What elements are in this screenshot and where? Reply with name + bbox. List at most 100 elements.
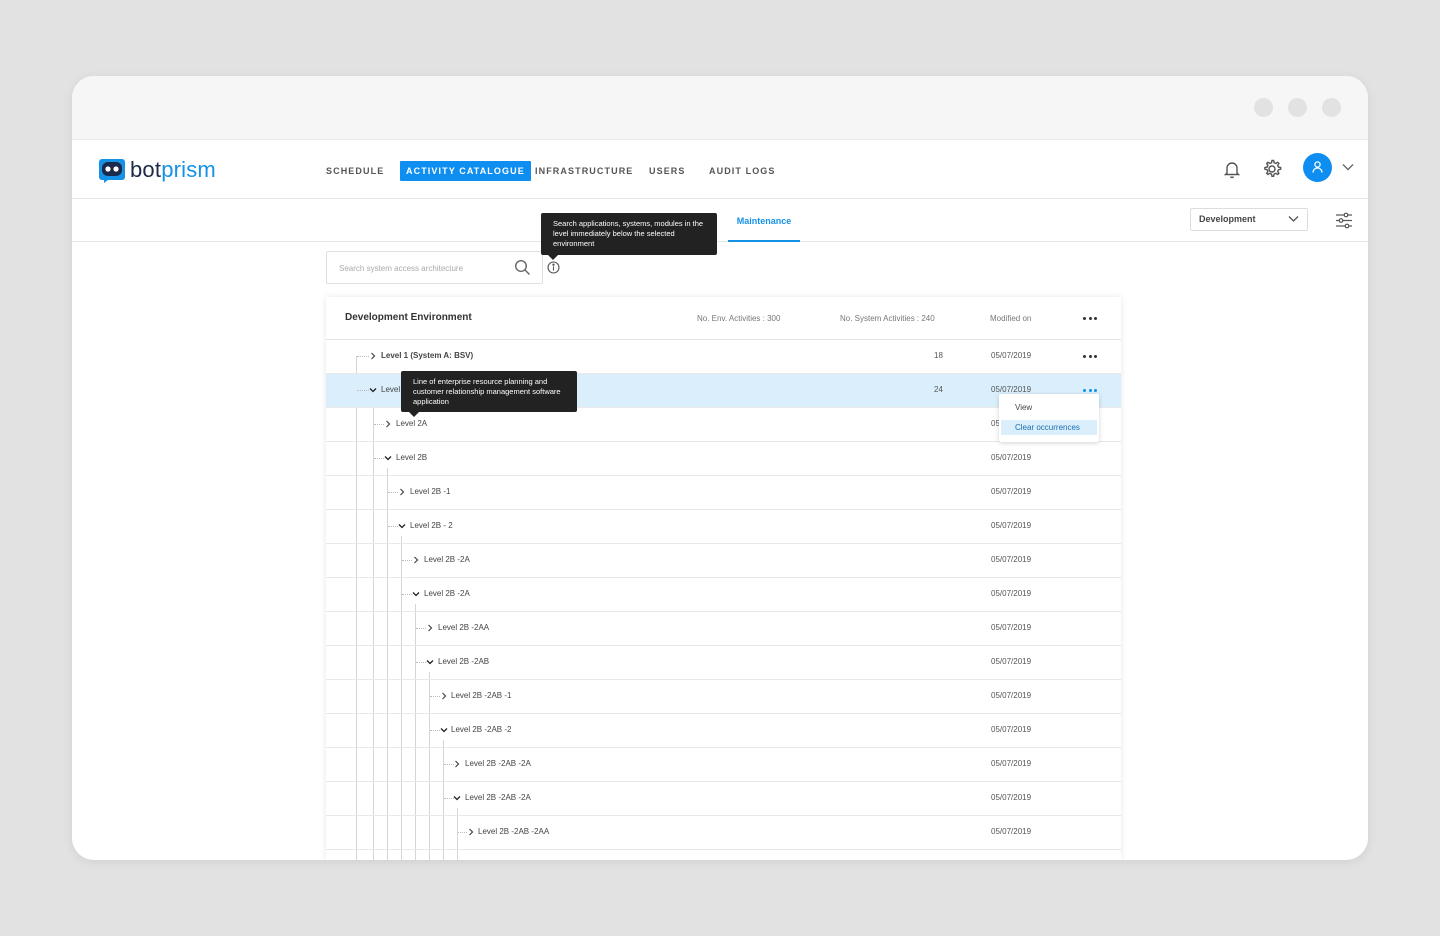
search-field[interactable] xyxy=(326,251,543,284)
tree-connector xyxy=(357,356,369,357)
row-label: Level 2B xyxy=(396,453,428,462)
row-label: Level 2B - 2 xyxy=(410,521,453,530)
environment-select[interactable]: Development xyxy=(1190,208,1308,231)
row-label: Level 2B -2AA xyxy=(438,623,490,632)
window-titlebar xyxy=(72,76,1368,140)
nav-activity-catalogue[interactable]: ACTIVITY CATALOGUE xyxy=(400,161,531,181)
user-avatar[interactable] xyxy=(1303,153,1332,182)
table-row[interactable]: Level 2B -2AB -2A 05/07/2019 xyxy=(326,748,1121,782)
row-label: Level 2B -1 xyxy=(410,487,451,496)
user-icon xyxy=(1312,161,1323,173)
row-label: Level 2B -2AB -2A xyxy=(465,759,531,768)
filter-icon[interactable] xyxy=(1335,212,1353,229)
brand-name-part2: prism xyxy=(161,157,216,182)
tree-connector xyxy=(402,560,412,561)
row-date: 05/07/2019 xyxy=(991,385,1032,394)
modified-on-header: Modified on xyxy=(990,314,1032,323)
tree-connector xyxy=(388,526,398,527)
menu-item-clear-occurrences[interactable]: Clear occurrences xyxy=(1001,420,1097,435)
window-button[interactable] xyxy=(1322,98,1341,117)
row-label: Level 1 (System A: BSV) xyxy=(381,351,474,360)
chevron-down-icon[interactable] xyxy=(398,522,406,530)
chevron-right-icon[interactable] xyxy=(384,420,392,428)
tree-connector xyxy=(402,594,412,595)
table-row[interactable]: Level 2B - 2 05/07/2019 xyxy=(326,510,1121,544)
tab-maintenance[interactable]: Maintenance xyxy=(728,216,800,242)
window-button[interactable] xyxy=(1288,98,1307,117)
menu-item-view[interactable]: View xyxy=(1001,400,1097,415)
table-row[interactable]: Level 2B -2A 05/07/2019 xyxy=(326,578,1121,612)
table-row[interactable]: Level 1 (System A: BSV) 18 05/07/2019 xyxy=(326,340,1121,374)
table-row[interactable]: Level 2B -2AB -2A 05/07/2019 xyxy=(326,782,1121,816)
row-date: 05/07/2019 xyxy=(991,827,1032,836)
nav-infrastructure[interactable]: INFRASTRUCTURE xyxy=(535,161,633,181)
row-label: Level 2B -2AB -2A xyxy=(465,793,531,802)
row-label: Level 2B -2A xyxy=(424,589,470,598)
window-button[interactable] xyxy=(1254,98,1273,117)
nav-schedule[interactable]: SCHEDULE xyxy=(326,161,384,181)
nav-users[interactable]: USERS xyxy=(649,161,686,181)
row-label: Level 2B -2AB -1 xyxy=(451,691,512,700)
chevron-right-icon[interactable] xyxy=(369,352,377,360)
row-date: 05/07/2019 xyxy=(991,759,1032,768)
brand-logo[interactable]: botprism xyxy=(98,156,216,184)
more-icon[interactable] xyxy=(1083,389,1097,393)
table-row[interactable]: Level 2B -2AB -2 05/07/2019 xyxy=(326,714,1121,748)
chevron-right-icon[interactable] xyxy=(440,692,448,700)
info-icon[interactable] xyxy=(547,261,560,274)
row-date: 05/07/2019 xyxy=(991,589,1032,598)
row-label: Level 2A xyxy=(396,419,428,428)
table-row[interactable]: Level 2B -1 05/07/2019 xyxy=(326,476,1121,510)
environment-select-value: Development xyxy=(1199,214,1256,224)
more-icon[interactable] xyxy=(1083,355,1097,359)
chevron-down-icon[interactable] xyxy=(426,658,434,666)
row-date: 05/07/2019 xyxy=(991,623,1032,632)
chevron-down-icon[interactable] xyxy=(412,590,420,598)
row-count: 24 xyxy=(934,385,943,394)
row-label: Level 2B -2A xyxy=(424,555,470,564)
row-count: 18 xyxy=(934,351,943,360)
table-row[interactable]: Level 2B -2A 05/07/2019 xyxy=(326,544,1121,578)
logo-icon xyxy=(99,158,125,183)
gear-icon[interactable] xyxy=(1260,157,1284,181)
env-activities-count: No. Env. Activities : 300 xyxy=(697,314,781,323)
table-row[interactable]: Level 2B -2AA 05/07/2019 xyxy=(326,612,1121,646)
tooltip-arrow xyxy=(548,255,558,260)
search-info-tooltip-text: Search applications, systems, modules in… xyxy=(553,219,704,248)
more-icon[interactable] xyxy=(1083,317,1097,321)
chevron-right-icon[interactable] xyxy=(467,828,475,836)
row-label: Level xyxy=(381,385,401,394)
tooltip-arrow xyxy=(409,412,419,417)
search-info-tooltip: Search applications, systems, modules in… xyxy=(541,213,717,260)
table-row[interactable]: Level 2B -2AB -2AA 05/07/2019 xyxy=(326,816,1121,850)
row-description-tooltip: Line of enterprise resource planning and… xyxy=(401,371,577,417)
search-icon[interactable] xyxy=(514,259,531,276)
chevron-right-icon[interactable] xyxy=(398,488,406,496)
app-window: botprism SCHEDULE ACTIVITY CATALOGUE INF… xyxy=(72,76,1368,860)
row-description-tooltip-text: Line of enterprise resource planning and… xyxy=(413,377,561,406)
table-row[interactable]: Level 2B -2AB 05/07/2019 xyxy=(326,646,1121,680)
search-input[interactable] xyxy=(339,261,509,275)
nav-audit-logs[interactable]: AUDIT LOGS xyxy=(709,161,776,181)
chevron-down-icon[interactable] xyxy=(440,726,448,734)
chevron-down-icon[interactable] xyxy=(369,386,377,394)
chevron-right-icon[interactable] xyxy=(426,624,434,632)
tree-connector xyxy=(388,492,398,493)
bell-icon[interactable] xyxy=(1220,157,1244,181)
chevron-down-icon[interactable] xyxy=(1341,162,1355,172)
top-navigation: botprism SCHEDULE ACTIVITY CATALOGUE INF… xyxy=(72,140,1368,199)
table-row[interactable]: Level 2B -2AB -1 05/07/2019 xyxy=(326,680,1121,714)
row-date: 05/07/2019 xyxy=(991,691,1032,700)
chevron-right-icon[interactable] xyxy=(412,556,420,564)
tree-connector xyxy=(430,730,440,731)
tree-connector xyxy=(357,390,369,391)
row-date: 05/07/2019 xyxy=(991,725,1032,734)
row-label: Level 2B -2AB xyxy=(438,657,490,666)
table-row[interactable]: Level 2B 05/07/2019 xyxy=(326,442,1121,476)
row-label: Level 2B -2AB -2 xyxy=(451,725,512,734)
row-date: 05/07/2019 xyxy=(991,521,1032,530)
chevron-right-icon[interactable] xyxy=(453,760,461,768)
table-title: Development Environment xyxy=(345,312,472,323)
chevron-down-icon[interactable] xyxy=(384,454,392,462)
chevron-down-icon[interactable] xyxy=(453,794,461,802)
